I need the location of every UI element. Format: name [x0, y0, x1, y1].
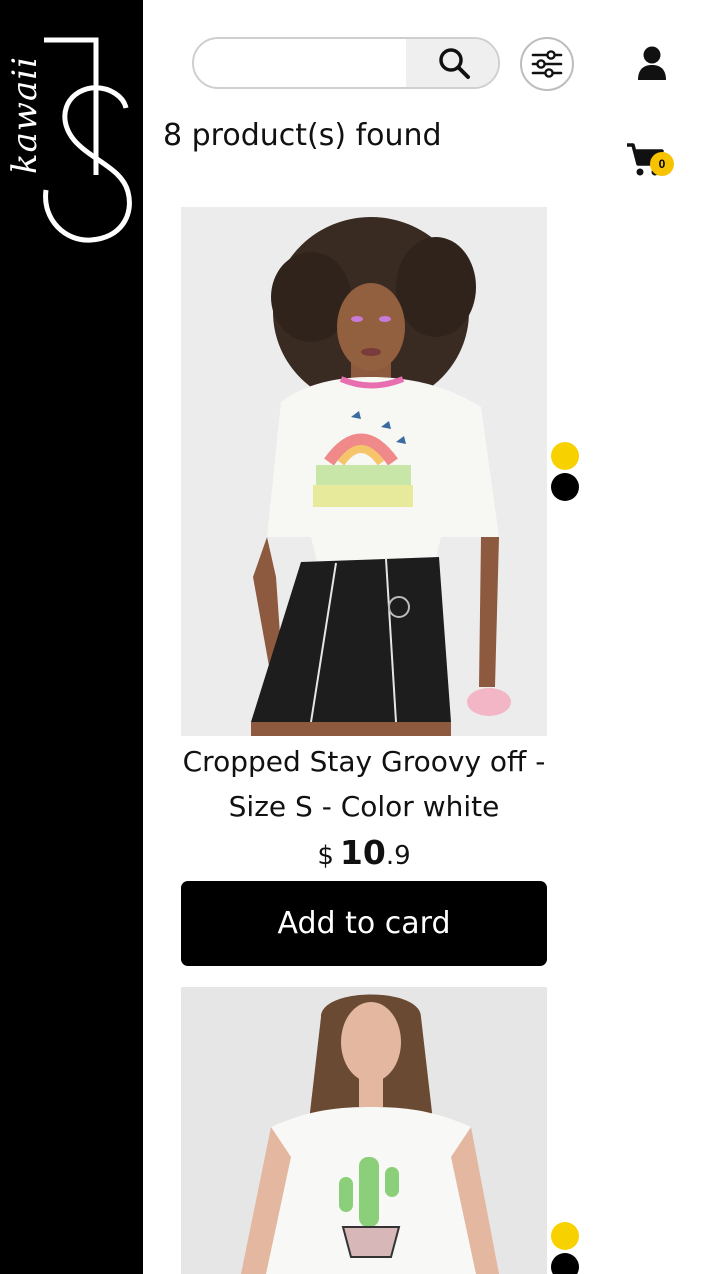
product-card: Cropped Stay Groovy off - Size S - Color… [181, 207, 547, 966]
account-button[interactable] [634, 44, 670, 82]
search-icon [439, 48, 470, 79]
product-card [181, 987, 547, 1274]
logo-mark [43, 37, 132, 243]
product-name: Cropped Stay Groovy off - Size S - Color… [181, 739, 547, 829]
search-button[interactable] [406, 39, 498, 87]
color-swatch-yellow[interactable] [551, 442, 579, 470]
user-icon [638, 46, 666, 80]
price-decimal: .9 [385, 841, 411, 871]
color-swatch-yellow[interactable] [551, 1222, 579, 1250]
add-to-cart-button[interactable]: Add to card [181, 881, 547, 966]
product-price: $10.9 [181, 831, 547, 878]
color-swatch-black[interactable] [551, 473, 579, 501]
product-image[interactable] [181, 987, 547, 1274]
results-count: 8 product(s) found [163, 118, 442, 153]
cart-count-badge: 0 [650, 152, 674, 176]
product-image[interactable] [181, 207, 547, 736]
cart-button[interactable]: 0 [626, 142, 680, 182]
price-integer: 10 [339, 833, 386, 872]
sliders-icon [531, 50, 563, 78]
brand-logo[interactable]: kawaii [0, 10, 143, 243]
price-currency: $ [317, 841, 334, 871]
product-name-line2: Size S - Color white [228, 790, 500, 823]
filter-button[interactable] [520, 37, 574, 91]
sidebar: kawaii [0, 0, 143, 1274]
search-input[interactable] [194, 39, 406, 87]
search-bar [192, 37, 500, 89]
product-name-line1: Cropped Stay Groovy off - [182, 745, 546, 778]
product-photo [181, 987, 547, 1274]
color-swatch-black[interactable] [551, 1253, 579, 1274]
product-photo [181, 207, 547, 736]
